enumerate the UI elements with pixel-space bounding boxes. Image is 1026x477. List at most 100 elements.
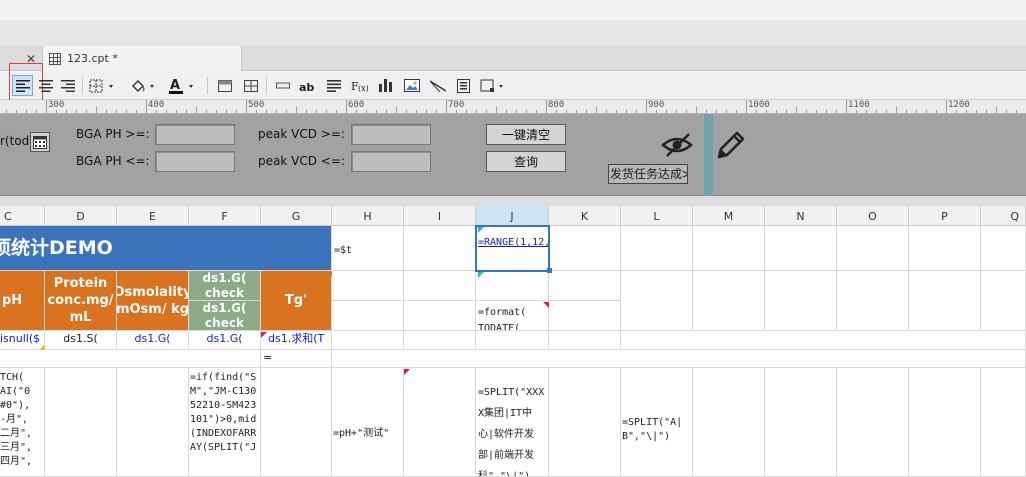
cell-M2[interactable] [693, 271, 765, 331]
insert-text-button[interactable]: ab [297, 75, 318, 96]
cell-J3[interactable]: =format( TODATE( [476, 301, 549, 331]
cell-L1[interactable] [621, 226, 693, 271]
cell-O6[interactable] [837, 368, 909, 477]
pane-divider[interactable] [704, 114, 713, 196]
column-header-Q[interactable]: Q [981, 206, 1026, 226]
cell-K2[interactable] [549, 271, 621, 301]
header-check-1[interactable]: ds1.G( check [189, 271, 261, 301]
border-dropdown-button[interactable] [89, 75, 119, 96]
header-protein[interactable]: Protein conc.mg/ mL [45, 271, 117, 331]
insert-subreport-button[interactable] [453, 75, 474, 96]
cell-K1[interactable] [549, 226, 621, 271]
column-header-E[interactable]: E [117, 206, 189, 226]
column-header-O[interactable]: O [837, 206, 909, 226]
column-header-H[interactable]: H [332, 206, 404, 226]
cell-P2[interactable] [909, 271, 981, 331]
cell-row5-left[interactable] [0, 350, 261, 368]
cell-K4[interactable] [549, 331, 621, 350]
cell-H4[interactable] [332, 331, 404, 350]
cell-H1[interactable]: =$t [332, 226, 404, 271]
bga-ph-ge-input[interactable] [155, 124, 235, 145]
align-center-button[interactable] [35, 75, 56, 96]
column-header-N[interactable]: N [765, 206, 837, 226]
cell-G6[interactable] [261, 368, 332, 477]
cell-D6[interactable] [45, 368, 117, 477]
insert-formula-button[interactable]: F (x) [349, 75, 370, 96]
query-button[interactable]: 查询 [486, 151, 566, 172]
cell-N2[interactable] [765, 271, 837, 331]
cell-F3[interactable]: ds1.G( [189, 331, 261, 350]
header-ph[interactable]: pH [0, 271, 45, 331]
cell-C6[interactable]: TCH( AI("0 #0"), -月", 二月", 三月", 四月", [0, 368, 45, 477]
header-tg[interactable]: Tg' [261, 271, 332, 331]
cell-L2[interactable] [621, 271, 693, 331]
insert-image-button[interactable] [401, 75, 422, 96]
cell-Q6[interactable] [981, 368, 1026, 477]
cell-I4[interactable] [404, 331, 476, 350]
insert-float-button[interactable] [480, 75, 508, 96]
column-header-G[interactable]: G [261, 206, 332, 226]
shipping-task-field[interactable]: 发货任务达成≫ [608, 164, 688, 184]
cell-D3[interactable]: ds1.S( [45, 331, 117, 350]
column-header-J[interactable]: J [476, 206, 549, 226]
insert-richtext-button[interactable] [323, 75, 344, 96]
cell-N1[interactable] [765, 226, 837, 271]
cell-F6[interactable]: =if(find("SM","JM-C13052210-SM423101")>0… [189, 368, 261, 477]
column-header-F[interactable]: F [189, 206, 261, 226]
fill-color-button[interactable] [130, 75, 160, 96]
fill-handle[interactable] [547, 268, 552, 273]
pencil-edit-icon[interactable] [714, 128, 746, 165]
header-osmolality[interactable]: Osmolality mOsm/ kg [117, 271, 189, 331]
merge-cells-button[interactable] [214, 75, 235, 96]
cell-N6[interactable] [765, 368, 837, 477]
bga-ph-le-input[interactable] [155, 151, 235, 172]
cell-L6[interactable]: =SPLIT("A|B","\|") [621, 368, 693, 477]
cell-J4[interactable] [476, 331, 549, 350]
cell-H2[interactable] [332, 271, 404, 301]
calendar-button[interactable] [30, 132, 50, 152]
cell-Q2[interactable] [981, 271, 1026, 331]
column-header-K[interactable]: K [549, 206, 621, 226]
font-color-button[interactable]: A [168, 75, 200, 96]
eye-hidden-icon[interactable] [660, 131, 694, 162]
cell-L4-span[interactable] [621, 331, 1026, 350]
cell-K3[interactable] [549, 301, 621, 331]
cell-P1[interactable] [909, 226, 981, 271]
cell-I1[interactable] [404, 226, 476, 271]
column-header-I[interactable]: I [404, 206, 476, 226]
column-header-M[interactable]: M [693, 206, 765, 226]
align-right-button[interactable] [57, 75, 78, 96]
split-cells-button[interactable] [240, 75, 261, 96]
insert-blank-button[interactable] [272, 75, 293, 96]
cell-J6[interactable]: =SPLIT("XXXX集团|IT中心|软件开发部|前端开发科","\|") [476, 368, 549, 477]
column-header-D[interactable]: D [45, 206, 117, 226]
cell-E6[interactable] [117, 368, 189, 477]
cell-O1[interactable] [837, 226, 909, 271]
cell-K6[interactable] [549, 368, 621, 477]
cell-J2[interactable] [476, 271, 549, 301]
cell-I6[interactable] [404, 368, 476, 477]
peak-vcd-ge-input[interactable] [351, 124, 431, 145]
cell-M1[interactable] [693, 226, 765, 271]
column-header-P[interactable]: P [909, 206, 981, 226]
insert-slash-button[interactable] [427, 75, 448, 96]
cell-M6[interactable] [693, 368, 765, 477]
cell-G5[interactable]: = [261, 350, 332, 368]
cell-Q1[interactable] [981, 226, 1026, 271]
cell-P6[interactable] [909, 368, 981, 477]
cell-row5-right[interactable] [332, 350, 1026, 368]
cell-O2[interactable] [837, 271, 909, 331]
cell-I2[interactable] [404, 271, 476, 301]
header-check-2[interactable]: ds1.G( check [189, 301, 261, 331]
cell-E3[interactable]: ds1.G( [117, 331, 189, 350]
tab-active-file[interactable]: 123.cpt * [42, 46, 242, 71]
cell-G3[interactable]: ds1.求和(T [261, 331, 332, 350]
cell-H3[interactable] [332, 301, 404, 331]
peak-vcd-le-input[interactable] [351, 151, 431, 172]
cell-I3[interactable] [404, 301, 476, 331]
clear-all-button[interactable]: 一键清空 [486, 124, 566, 145]
column-header-C[interactable]: C [0, 206, 45, 226]
cell-H6[interactable]: =pH+"测试" [332, 368, 404, 477]
report-title-cell[interactable]: 项统计DEMO [0, 226, 332, 271]
column-header-L[interactable]: L [621, 206, 693, 226]
